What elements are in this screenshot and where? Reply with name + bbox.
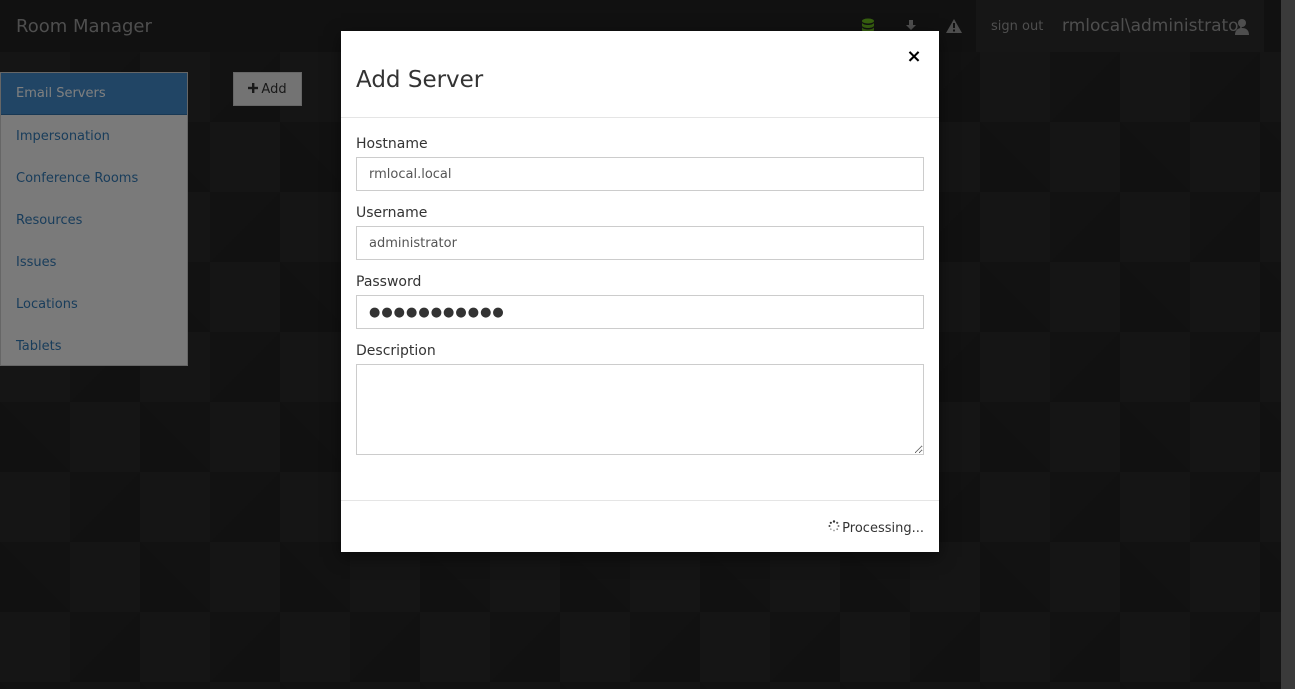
description-field[interactable] (356, 364, 924, 455)
modal-footer: Processing... (341, 501, 939, 551)
username-group: Username (356, 205, 924, 260)
description-group: Description (356, 343, 924, 455)
password-group: Password (356, 274, 924, 329)
processing-status: Processing... (828, 520, 924, 536)
username-field[interactable] (356, 226, 924, 260)
modal-body: Hostname Username Password Description (341, 118, 939, 501)
description-label: Description (356, 343, 436, 359)
spinner-icon (828, 520, 840, 536)
hostname-group: Hostname (356, 136, 924, 191)
modal-header: Add Server × (341, 31, 939, 118)
hostname-label: Hostname (356, 136, 428, 152)
processing-label: Processing... (842, 520, 924, 536)
modal-title: Add Server (356, 67, 484, 93)
password-field[interactable] (356, 295, 924, 329)
add-server-dialog: Add Server × Hostname Username Password … (341, 31, 939, 552)
page-scrollbar[interactable] (1281, 0, 1295, 689)
close-icon[interactable]: × (906, 48, 921, 66)
password-label: Password (356, 274, 422, 290)
username-label: Username (356, 205, 428, 221)
hostname-field[interactable] (356, 157, 924, 191)
